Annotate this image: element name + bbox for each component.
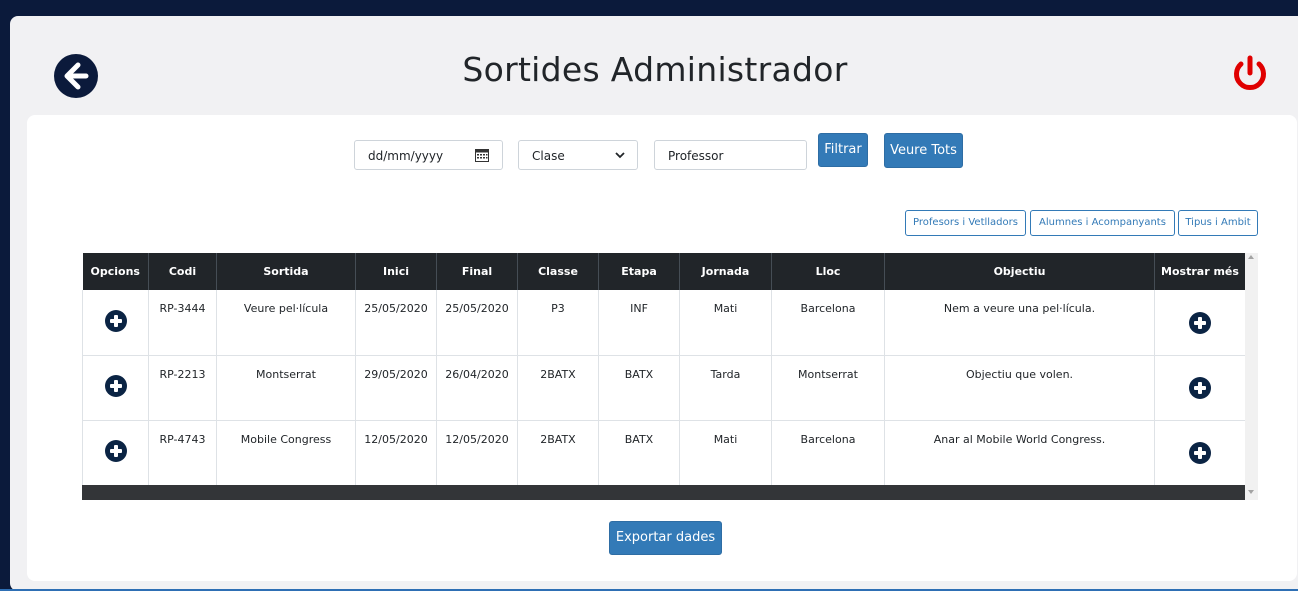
cell-final: 26/04/2020	[436, 355, 518, 421]
cell-final: 25/05/2020	[436, 290, 518, 356]
plus-circle-icon[interactable]	[1189, 311, 1211, 334]
filter-bar: dd/mm/yyyy Clase Professor Filtrar Veure…	[27, 133, 1297, 174]
cell-inici: 12/05/2020	[355, 420, 437, 486]
table-scrollbar[interactable]	[1245, 253, 1258, 500]
col-header: Final	[436, 253, 518, 290]
plus-circle-icon[interactable]	[104, 309, 127, 332]
col-header: Opcions	[82, 253, 149, 290]
cell-classe: 2BATX	[517, 355, 599, 421]
cell-lloc: Montserrat	[771, 355, 885, 421]
date-placeholder: dd/mm/yyyy	[368, 149, 444, 163]
more-cell	[1154, 355, 1245, 421]
cell-etapa: BATX	[598, 420, 680, 486]
table-header-row: Opcions Codi Sortida Inici Final Classe …	[82, 253, 1245, 290]
plus-circle-icon[interactable]	[104, 440, 127, 462]
power-icon[interactable]	[1230, 54, 1270, 94]
students-button[interactable]: Alumnes i Acompanyants	[1030, 210, 1175, 236]
col-header: Classe	[517, 253, 599, 290]
date-field[interactable]: dd/mm/yyyy	[354, 140, 503, 170]
col-header: Sortida	[216, 253, 356, 290]
cell-sortida: Veure pel·lícula	[216, 290, 356, 356]
cell-sortida: Montserrat	[216, 355, 356, 421]
scroll-down-arrow-icon[interactable]	[1248, 490, 1254, 494]
options-cell	[82, 420, 149, 486]
cell-jornada: Mati	[679, 290, 772, 356]
plus-circle-icon[interactable]	[1189, 377, 1211, 399]
cell-objectiu: Objectiu que volen.	[884, 355, 1155, 421]
cell-codi: RP-4743	[148, 420, 217, 486]
page-header: Sortides Administrador	[10, 16, 1298, 116]
table-footer	[82, 485, 1245, 500]
options-cell	[82, 290, 149, 356]
col-header: Inici	[355, 253, 437, 290]
cell-codi: RP-2213	[148, 355, 217, 421]
calendar-icon[interactable]	[475, 148, 489, 162]
more-cell	[1154, 290, 1245, 356]
cell-classe: P3	[517, 290, 599, 356]
plus-circle-icon[interactable]	[1189, 442, 1211, 464]
cell-sortida: Mobile Congress	[216, 420, 356, 486]
export-button[interactable]: Exportar dades	[609, 521, 722, 555]
more-cell	[1154, 420, 1245, 486]
col-header: Objectiu	[884, 253, 1155, 290]
col-header: Lloc	[771, 253, 885, 290]
professors-button[interactable]: Profesors i Vetlladors	[905, 210, 1026, 236]
app-frame: Sortides Administrador dd/mm/yyyy Clase …	[10, 16, 1298, 591]
chevron-down-icon	[615, 152, 625, 159]
options-cell	[82, 355, 149, 421]
cell-inici: 25/05/2020	[355, 290, 437, 356]
cell-classe: 2BATX	[517, 420, 599, 486]
cell-objectiu: Anar al Mobile World Congress.	[884, 420, 1155, 486]
cell-final: 12/05/2020	[436, 420, 518, 486]
professor-input[interactable]: Professor	[654, 140, 807, 170]
cell-codi: RP-3444	[148, 290, 217, 356]
professor-placeholder: Professor	[668, 149, 724, 163]
plus-circle-icon[interactable]	[104, 375, 127, 397]
col-header: Etapa	[598, 253, 680, 290]
cell-jornada: Mati	[679, 420, 772, 486]
scroll-up-arrow-icon[interactable]	[1248, 255, 1254, 259]
cell-lloc: Barcelona	[771, 420, 885, 486]
col-header: Codi	[148, 253, 217, 290]
cell-jornada: Tarda	[679, 355, 772, 421]
class-select-value: Clase	[532, 149, 565, 163]
cell-lloc: Barcelona	[771, 290, 885, 356]
trips-table: Opcions Codi Sortida Inici Final Classe …	[82, 253, 1245, 500]
content-card: dd/mm/yyyy Clase Professor Filtrar Veure…	[27, 115, 1297, 581]
col-header: Mostrar més	[1154, 253, 1245, 290]
table-row: RP-4743 Mobile Congress 12/05/2020 12/05…	[82, 420, 1245, 486]
table-row: RP-3444 Veure pel·lícula 25/05/2020 25/0…	[82, 290, 1245, 356]
col-header: Jornada	[679, 253, 772, 290]
page-title: Sortides Administrador	[462, 50, 848, 89]
filter-button[interactable]: Filtrar	[818, 133, 868, 167]
class-select[interactable]: Clase	[518, 140, 638, 170]
cell-objectiu: Nem a veure una pel·lícula.	[884, 290, 1155, 356]
table-row: RP-2213 Montserrat 29/05/2020 26/04/2020…	[82, 355, 1245, 421]
show-all-button[interactable]: Veure Tots	[884, 133, 963, 168]
cell-inici: 29/05/2020	[355, 355, 437, 421]
cell-etapa: BATX	[598, 355, 680, 421]
cell-etapa: INF	[598, 290, 680, 356]
types-button[interactable]: Tipus i Ambit	[1178, 210, 1258, 236]
